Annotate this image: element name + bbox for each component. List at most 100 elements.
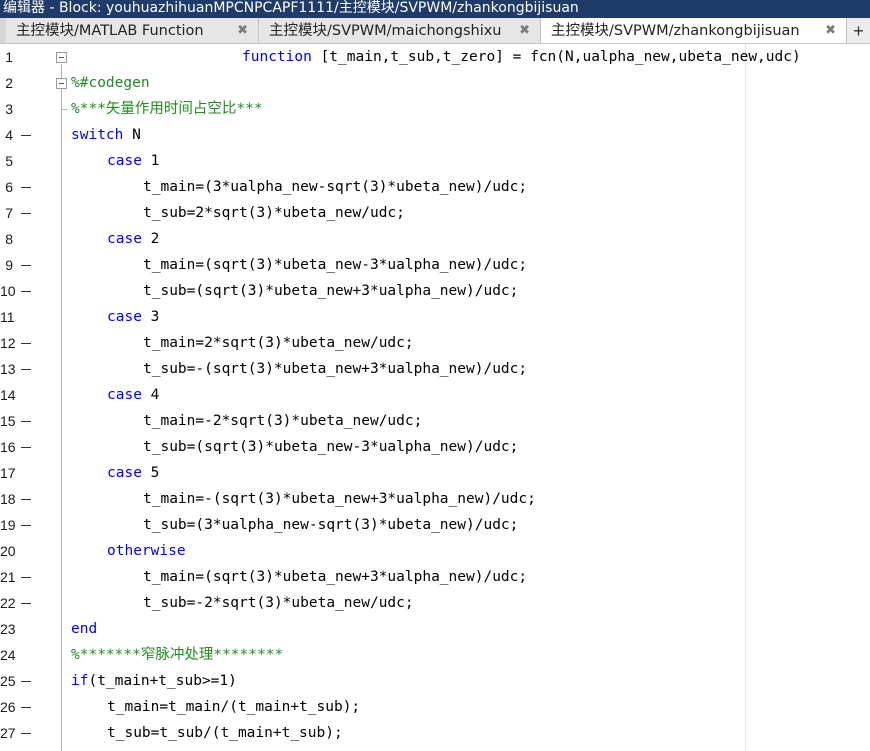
code-text: t_sub=(sqrt(3)*ubeta_new+3*ualpha_new)/u… xyxy=(143,278,518,304)
comment-token: %***矢量作用时间占空比*** xyxy=(71,101,263,117)
tab-zhankongbijisuan[interactable]: 主控模块/SVPWM/zhankongbijisuan ✖ xyxy=(541,18,847,43)
code-text: t_sub=(3*ualpha_new-sqrt(3)*ubeta_new)/u… xyxy=(143,512,518,538)
code-line[interactable]: 8 case 2 xyxy=(0,226,870,252)
code-token: t_main=-(sqrt(3)*ubeta_new+3*ualpha_new)… xyxy=(143,491,536,507)
code-line[interactable]: 6 t_main=(3*ualpha_new-sqrt(3)*ubeta_new)… xyxy=(0,174,870,200)
window-title: 编辑器 - Block: youhuazhihuanMPCNPCAPF1111/… xyxy=(3,0,579,16)
executable-line-marker[interactable] xyxy=(21,187,31,188)
code-line[interactable]: 14 case 4 xyxy=(0,382,870,408)
code-line[interactable]: 20 otherwise xyxy=(0,538,870,564)
code-line[interactable]: 18 t_main=-(sqrt(3)*ubeta_new+3*ualpha_ne… xyxy=(0,486,870,512)
executable-line-marker[interactable] xyxy=(21,135,31,136)
line-number: 11 xyxy=(0,309,15,325)
fold-toggle-icon[interactable] xyxy=(56,52,67,63)
executable-line-marker[interactable] xyxy=(21,733,31,734)
code-line[interactable]: 15 t_main=-2*sqrt(3)*ubeta_new/udc; xyxy=(0,408,870,434)
code-line[interactable]: 24 %*******窄脉冲处理******** xyxy=(0,642,870,668)
close-icon[interactable]: ✖ xyxy=(519,18,530,43)
executable-line-marker[interactable] xyxy=(21,525,31,526)
code-line[interactable]: 25 if(t_main+t_sub>=1) xyxy=(0,668,870,694)
executable-line-marker[interactable] xyxy=(21,213,31,214)
code-text: t_main=-2*sqrt(3)*ubeta_new/udc; xyxy=(143,408,422,434)
code-line[interactable]: 17 case 5 xyxy=(0,460,870,486)
code-line[interactable]: 12 t_main=2*sqrt(3)*ubeta_new/udc; xyxy=(0,330,870,356)
code-text: if(t_main+t_sub>=1) xyxy=(71,668,237,694)
executable-line-marker[interactable] xyxy=(21,499,31,500)
executable-line-marker[interactable] xyxy=(21,603,31,604)
code-text: %*******窄脉冲处理******** xyxy=(71,642,283,668)
code-text: case 2 xyxy=(107,226,159,252)
keyword-token: case xyxy=(107,309,142,325)
code-line[interactable]: 1 function [t_main,t_sub,t_zero] = fcn(N,… xyxy=(0,44,870,70)
tab-label: 主控模块/MATLAB Function xyxy=(16,23,204,39)
code-line[interactable]: 21 t_main=(sqrt(3)*ubeta_new+3*ualpha_new… xyxy=(0,564,870,590)
code-token: t_main=(sqrt(3)*ubeta_new+3*ualpha_new)/… xyxy=(143,569,528,585)
code-text: t_main=(sqrt(3)*ubeta_new-3*ualpha_new)/… xyxy=(143,252,527,278)
code-text: case 5 xyxy=(107,460,159,486)
code-text: t_main=2*sqrt(3)*ubeta_new/udc; xyxy=(143,330,414,356)
code-line[interactable]: 11 case 3 xyxy=(0,304,870,330)
line-number: 18 xyxy=(0,491,16,507)
line-number: 4 xyxy=(5,127,13,143)
executable-line-marker[interactable] xyxy=(21,681,31,682)
executable-line-marker[interactable] xyxy=(21,343,31,344)
code-line[interactable]: 3 %***矢量作用时间占空比*** xyxy=(0,96,870,122)
line-number: 9 xyxy=(5,257,13,273)
executable-line-marker[interactable] xyxy=(21,447,31,448)
executable-line-marker[interactable] xyxy=(21,421,31,422)
window-title-bar: 编辑器 - Block: youhuazhihuanMPCNPCAPF1111/… xyxy=(0,0,870,18)
code-editor[interactable]: 1 function [t_main,t_sub,t_zero] = fcn(N,… xyxy=(0,44,870,751)
code-text: t_main=t_main/(t_main+t_sub); xyxy=(107,694,360,720)
code-line[interactable]: 23 end xyxy=(0,616,870,642)
code-line[interactable]: 22 t_sub=-2*sqrt(3)*ubeta_new/udc; xyxy=(0,590,870,616)
line-number: 13 xyxy=(0,361,16,377)
code-line[interactable]: 4 switch N xyxy=(0,122,870,148)
add-tab-icon[interactable]: + xyxy=(847,18,870,43)
code-token: 5 xyxy=(141,465,160,481)
close-icon[interactable]: ✖ xyxy=(237,18,248,43)
close-icon[interactable]: ✖ xyxy=(825,18,836,43)
code-token: [t_main,t_sub,t_zero] = fcn(N,ualpha_new… xyxy=(311,49,801,65)
code-line[interactable]: 27 t_sub=t_sub/(t_main+t_sub); xyxy=(0,720,870,746)
comment-token: %#codegen xyxy=(71,75,150,91)
keyword-token: case xyxy=(107,153,142,169)
code-token: t_main=t_main/(t_main+t_sub); xyxy=(107,699,361,715)
tab-matlab-function[interactable]: 主控模块/MATLAB Function ✖ xyxy=(0,18,259,43)
line-number: 14 xyxy=(0,387,16,403)
code-line[interactable]: 7 t_sub=2*sqrt(3)*ubeta_new/udc; xyxy=(0,200,870,226)
executable-line-marker[interactable] xyxy=(21,291,31,292)
code-token: t_main=2*sqrt(3)*ubeta_new/udc; xyxy=(143,335,414,351)
line-number: 3 xyxy=(5,101,13,117)
code-line[interactable]: 9 t_main=(sqrt(3)*ubeta_new-3*ualpha_new)… xyxy=(0,252,870,278)
line-number: 1 xyxy=(5,49,13,65)
line-number: 17 xyxy=(0,465,16,481)
code-token: t_main=(sqrt(3)*ubeta_new-3*ualpha_new)/… xyxy=(143,257,528,273)
keyword-token: otherwise xyxy=(107,543,186,559)
code-text: %***矢量作用时间占空比*** xyxy=(71,96,263,122)
fold-toggle-icon[interactable] xyxy=(56,78,67,89)
line-number: 7 xyxy=(5,205,13,221)
editor-tab-bar: 主控模块/MATLAB Function ✖ 主控模块/SVPWM/maicho… xyxy=(0,18,870,44)
code-line[interactable]: 5 case 1 xyxy=(0,148,870,174)
code-token: 1 xyxy=(141,153,160,169)
tab-maichongshixu[interactable]: 主控模块/SVPWM/maichongshixu ✖ xyxy=(259,18,541,43)
line-number: 8 xyxy=(5,231,13,247)
line-number: 26 xyxy=(0,699,16,715)
executable-line-marker[interactable] xyxy=(21,369,31,370)
executable-line-marker[interactable] xyxy=(21,577,31,578)
code-text: t_main=(3*ualpha_new-sqrt(3)*ubeta_new)/… xyxy=(143,174,527,200)
code-line[interactable]: 2 %#codegen xyxy=(0,70,870,96)
line-number: 5 xyxy=(5,153,13,169)
code-line[interactable]: 16 t_sub=(sqrt(3)*ubeta_new-3*ualpha_new)… xyxy=(0,434,870,460)
code-token: t_sub=-(sqrt(3)*ubeta_new+3*ualpha_new)/… xyxy=(143,361,528,377)
code-line[interactable]: 10 t_sub=(sqrt(3)*ubeta_new+3*ualpha_new)… xyxy=(0,278,870,304)
keyword-token: case xyxy=(107,465,142,481)
code-line[interactable]: 26 t_main=t_main/(t_main+t_sub); xyxy=(0,694,870,720)
tab-label: 主控模块/SVPWM/zhankongbijisuan xyxy=(551,23,800,39)
executable-line-marker[interactable] xyxy=(21,265,31,266)
code-line[interactable]: 13 t_sub=-(sqrt(3)*ubeta_new+3*ualpha_new… xyxy=(0,356,870,382)
code-line[interactable]: 19 t_sub=(3*ualpha_new-sqrt(3)*ubeta_new)… xyxy=(0,512,870,538)
code-token: t_sub=(sqrt(3)*ubeta_new+3*ualpha_new)/u… xyxy=(143,283,519,299)
executable-line-marker[interactable] xyxy=(21,707,31,708)
line-number: 16 xyxy=(0,439,16,455)
